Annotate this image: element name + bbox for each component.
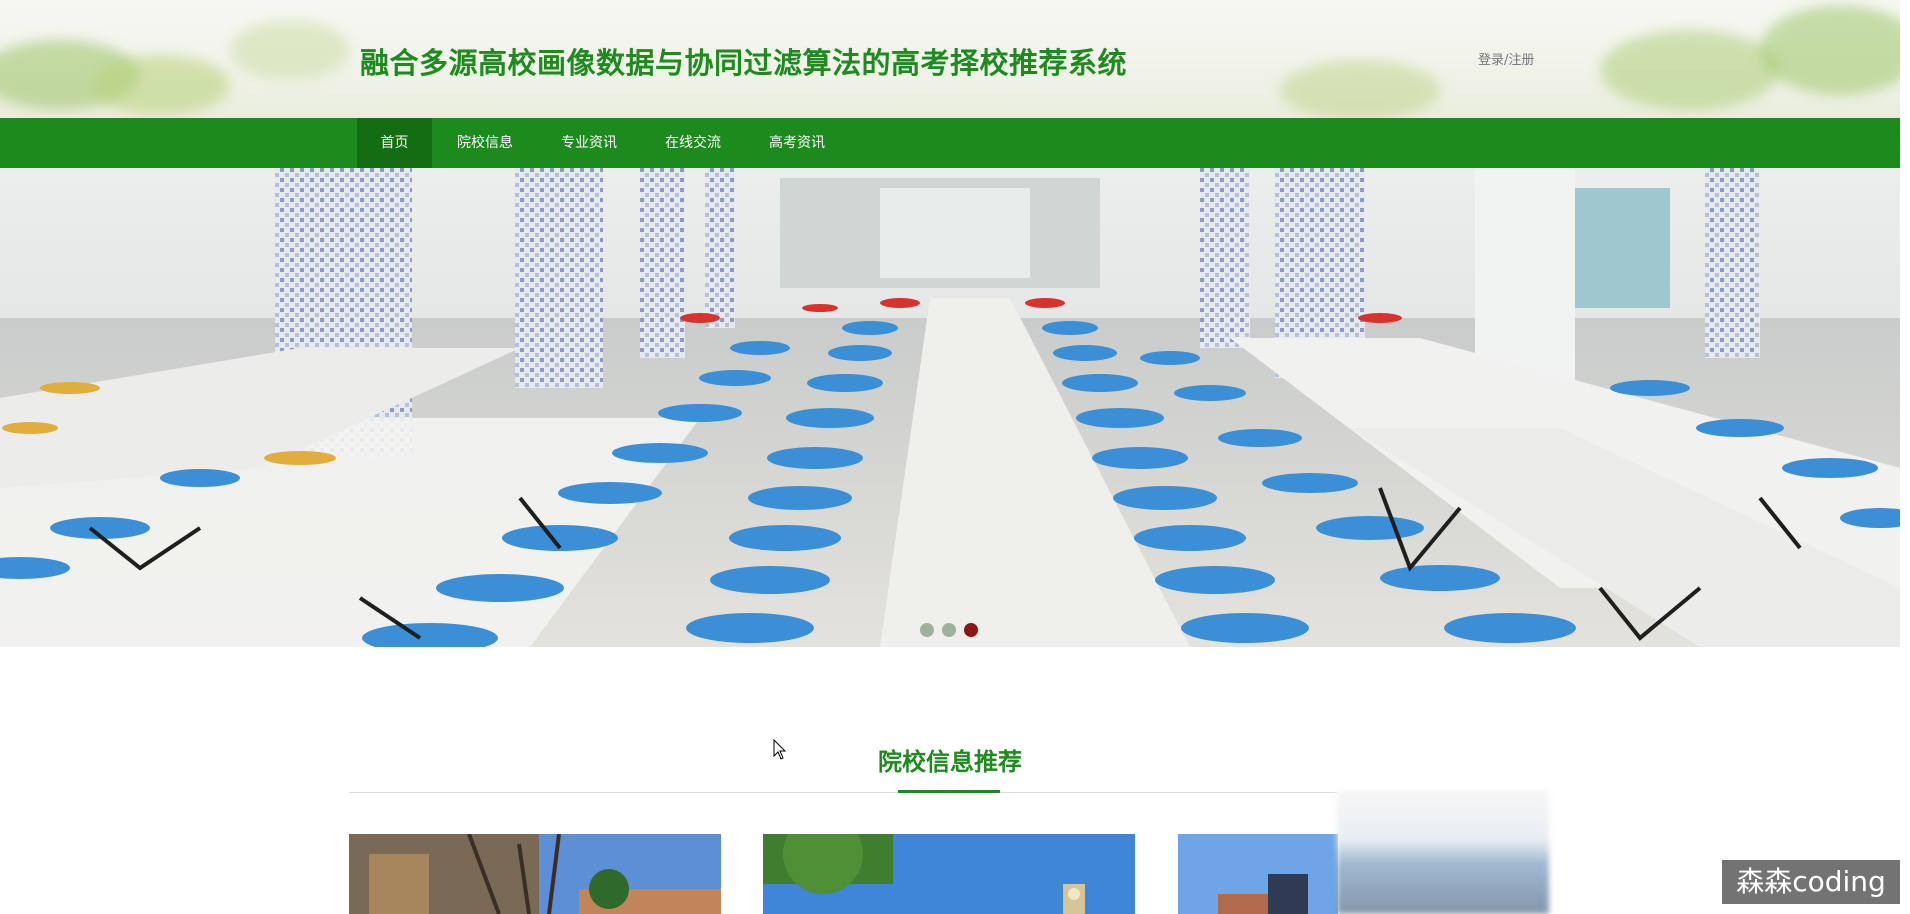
site-header: 融合多源高校画像数据与协同过滤算法的高考择校推荐系统 登录/注册 — [0, 0, 1900, 118]
campus-photo-2 — [763, 834, 1135, 914]
carousel-dot-3[interactable] — [964, 623, 978, 637]
nav-item-online-chat[interactable]: 在线交流 — [653, 118, 733, 168]
nav-item-school-info[interactable]: 院校信息 — [445, 118, 525, 168]
section-divider — [349, 792, 1337, 793]
campus-photo-1 — [349, 834, 721, 914]
school-card-3[interactable] — [1178, 834, 1338, 914]
login-register-link[interactable]: 登录/注册 — [1478, 49, 1534, 68]
cafeteria-photo — [0, 168, 1900, 647]
school-card-2[interactable] — [763, 834, 1135, 914]
nav-item-home[interactable]: 首页 — [357, 118, 432, 168]
banner-carousel[interactable] — [0, 168, 1900, 647]
carousel-dot-1[interactable] — [920, 623, 934, 637]
section-title-school-recommend: 院校信息推荐 — [878, 748, 1022, 776]
watermark: 森森coding — [1722, 860, 1900, 904]
school-card-1[interactable] — [349, 834, 721, 914]
nav-item-exam-news[interactable]: 高考资讯 — [757, 118, 837, 168]
carousel-indicators — [920, 623, 978, 637]
mouse-cursor-icon — [773, 739, 787, 760]
nav-item-major-news[interactable]: 专业资讯 — [549, 118, 629, 168]
carousel-dot-2[interactable] — [942, 623, 956, 637]
main-nav: 首页 院校信息 专业资讯 在线交流 高考资讯 — [0, 118, 1900, 168]
site-title: 融合多源高校画像数据与协同过滤算法的高考择校推荐系统 — [360, 46, 1128, 80]
campus-photo-3 — [1178, 834, 1338, 914]
section-title-underline — [898, 790, 1000, 793]
floating-panel — [1337, 790, 1549, 914]
